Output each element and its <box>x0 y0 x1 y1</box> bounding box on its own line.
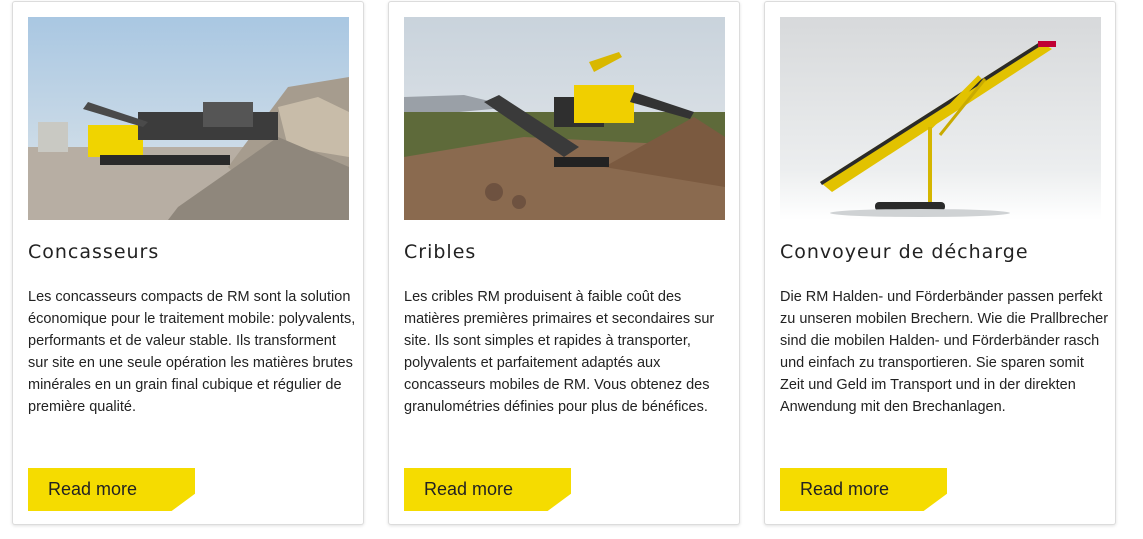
conveyor-photo[interactable] <box>780 17 1101 220</box>
card-description: Die RM Halden- und Förderbänder passen p… <box>780 289 1109 415</box>
read-more-button[interactable]: Read more <box>28 468 195 511</box>
product-card-cribles: Cribles Les cribles RM produisent à faib… <box>388 1 740 525</box>
crusher-photo[interactable] <box>28 17 349 220</box>
card-title: Cribles <box>404 241 477 263</box>
card-title: Convoyeur de décharge <box>780 241 1029 263</box>
card-title: Concasseurs <box>28 241 160 263</box>
product-card-concasseurs: Concasseurs Les concasseurs compacts de … <box>12 1 364 525</box>
crusher-image <box>28 17 349 220</box>
conveyor-image <box>780 17 1101 220</box>
card-description: Les cribles RM produisent à faible coût … <box>404 289 715 415</box>
read-more-button[interactable]: Read more <box>780 468 947 511</box>
card-description: Les concasseurs compacts de RM sont la s… <box>28 289 356 415</box>
screen-image <box>404 17 725 220</box>
screen-photo[interactable] <box>404 17 725 220</box>
read-more-button[interactable]: Read more <box>404 468 571 511</box>
product-card-convoyeur: Convoyeur de décharge Die RM Halden- und… <box>764 1 1116 525</box>
